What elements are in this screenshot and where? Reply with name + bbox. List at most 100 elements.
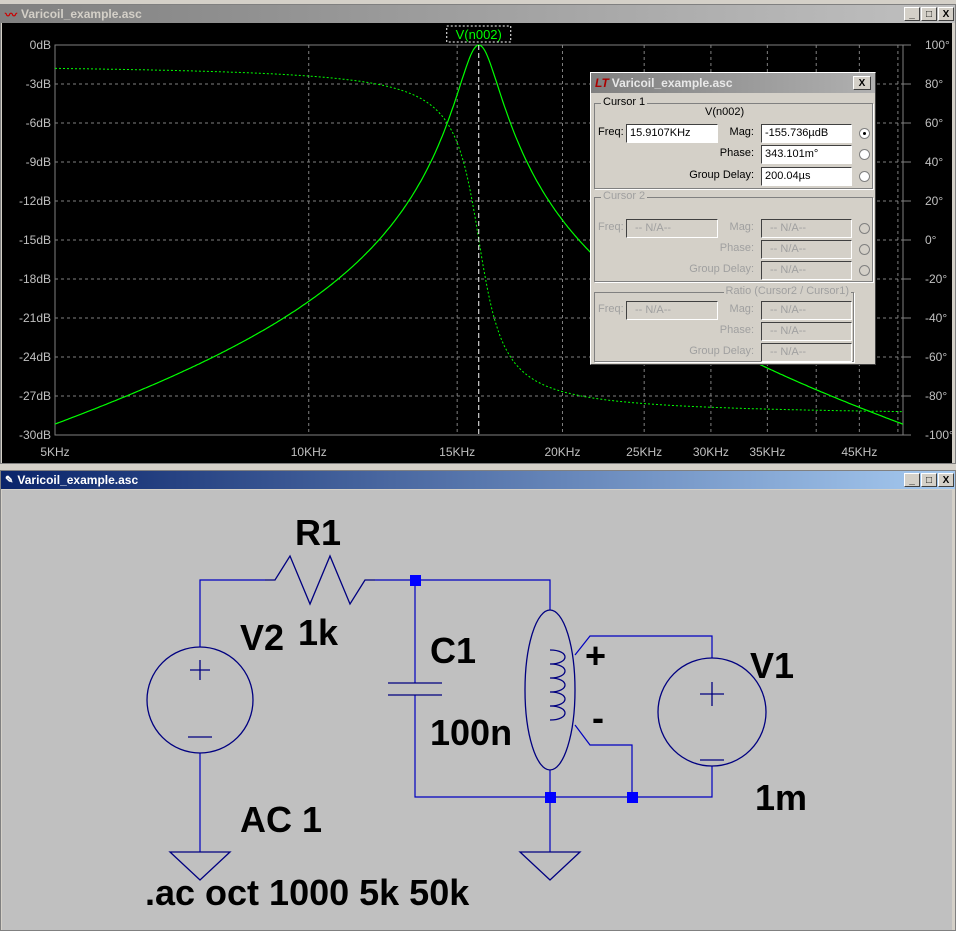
x-tick-label: 5KHz [40,445,69,459]
cursor2-group-delay-radio [859,265,870,276]
cursor-dialog-title-bar[interactable]: LT Varicoil_example.asc X [591,73,875,93]
y-left-tick-label: -30dB [19,428,51,442]
v1-label[interactable]: V1 [750,645,794,686]
x-tick-label: 45KHz [841,445,877,459]
varicoil-inductor[interactable] [524,609,576,771]
group-delay-label: Group Delay: [689,345,754,357]
x-tick-label: 20KHz [544,445,580,459]
ratio-mag-field: -- N/A-- [761,301,852,320]
y-left-tick-label: -27dB [19,389,51,403]
minimize-button[interactable]: _ [904,473,920,487]
minimize-button[interactable]: _ [904,7,920,21]
v2-value[interactable]: AC 1 [240,799,322,840]
resistor-r1[interactable] [265,554,375,606]
r1-label[interactable]: R1 [295,512,341,553]
maximize-button[interactable]: □ [921,7,937,21]
close-button[interactable]: X [938,473,954,487]
cursor1-group: Cursor 1 V(n002) Freq: 15.9107KHz Mag: -… [594,96,873,189]
waveform-icon: 〰 [5,7,18,22]
capacitor-c1[interactable] [388,682,442,696]
freq-label: Freq: [598,303,624,315]
ground-symbol [518,851,582,881]
ratio-phase-field: -- N/A-- [761,322,852,341]
schematic-title-bar[interactable]: ✎ Varicoil_example.asc _ □ X [1,471,955,489]
cursor2-group-delay-field: -- N/A-- [761,261,852,280]
y-left-tick-label: -6dB [26,116,51,130]
y-right-tick-label: -60° [925,350,947,364]
x-tick-label: 35KHz [749,445,785,459]
c1-value[interactable]: 100n [430,712,512,753]
schematic-canvas[interactable]: R1 1k V2 AC 1 C1 100n + - V1 1m .ac oct … [2,490,952,930]
y-right-tick-label: 100° [925,38,950,52]
cursor2-mag-field: -- N/A-- [761,219,852,238]
plot-title-bar[interactable]: 〰 Varicoil_example.asc _ □ X [1,5,955,23]
x-tick-label: 10KHz [291,445,327,459]
y-left-tick-label: -9dB [26,155,51,169]
c1-label[interactable]: C1 [430,630,476,671]
ratio-freq-field: -- N/A-- [626,301,718,320]
cursor1-mag-radio[interactable] [859,128,870,139]
v2-label[interactable]: V2 [240,617,284,658]
cursor1-phase-radio[interactable] [859,149,870,160]
y-left-tick-label: -24dB [19,350,51,364]
plus-label: + [585,635,606,676]
mag-label: Mag: [729,303,754,315]
group-delay-label: Group Delay: [689,263,754,275]
mag-label: Mag: [729,126,754,138]
cursor1-trace: V(n002) [705,106,745,118]
cursor2-phase-field: -- N/A-- [761,240,852,259]
ratio-group: Ratio (Cursor2 / Cursor1) Freq: -- N/A--… [594,285,854,362]
phase-label: Phase: [719,324,754,336]
spice-directive[interactable]: .ac oct 1000 5k 50k [145,872,470,913]
y-right-tick-label: 0° [925,233,937,247]
cursor1-group-delay-radio[interactable] [859,171,870,182]
y-left-tick-label: -3dB [26,77,51,91]
close-button[interactable]: X [938,7,954,21]
plot-window-title: Varicoil_example.asc [21,7,142,21]
y-left-tick-label: -12dB [19,194,51,208]
y-right-tick-label: -40° [925,311,947,325]
cursor-dialog-close-button[interactable]: X [853,76,871,90]
y-left-tick-label: -15dB [19,233,51,247]
cursor1-group-delay-field[interactable]: 200.04µs [761,167,852,186]
cursor1-label: Cursor 1 [601,96,648,108]
r1-value[interactable]: 1k [298,612,339,653]
v1-value[interactable]: 1m [755,777,807,818]
y-right-tick-label: -20° [925,272,947,286]
schematic-icon: ✎ [5,474,14,486]
ltspice-logo-icon: LT [595,76,609,90]
y-left-tick-label: 0dB [30,38,51,52]
phase-label: Phase: [719,147,754,159]
phase-label: Phase: [719,242,754,254]
y-left-tick-label: -21dB [19,311,51,325]
trace-label[interactable]: V(n002) [456,27,502,42]
group-delay-label: Group Delay: [689,169,754,181]
cursor-dialog: LT Varicoil_example.asc X Cursor 1 V(n00… [590,72,876,365]
junctions [410,575,638,803]
y-left-tick-label: -18dB [19,272,51,286]
cursor2-phase-radio [859,244,870,255]
x-tick-label: 25KHz [626,445,662,459]
cursor2-mag-radio [859,223,870,234]
y-right-tick-label: 40° [925,155,943,169]
y-right-tick-label: -80° [925,389,947,403]
freq-label: Freq: [598,126,624,138]
freq-label: Freq: [598,221,624,233]
maximize-button[interactable]: □ [921,473,937,487]
schematic-window-title: Varicoil_example.asc [17,473,139,487]
y-right-tick-label: 60° [925,116,943,130]
x-tick-label: 15KHz [439,445,475,459]
voltage-source-v2[interactable] [146,646,254,754]
minus-label: - [592,697,604,738]
mag-label: Mag: [729,221,754,233]
ratio-label: Ratio (Cursor2 / Cursor1) [723,285,851,297]
cursor1-mag-field[interactable]: -155.736µdB [761,124,852,143]
ratio-group-delay-field: -- N/A-- [761,343,852,362]
cursor-dialog-title: Varicoil_example.asc [611,76,733,90]
x-tick-label: 30KHz [693,445,729,459]
y-right-tick-label: -100° [925,428,952,442]
y-right-tick-label: 80° [925,77,943,91]
cursor1-freq-field[interactable]: 15.9107KHz [626,124,718,143]
cursor2-group: Cursor 2 Freq: -- N/A-- Mag: -- N/A-- Ph… [594,190,873,282]
cursor1-phase-field[interactable]: 343.101m° [761,145,852,164]
